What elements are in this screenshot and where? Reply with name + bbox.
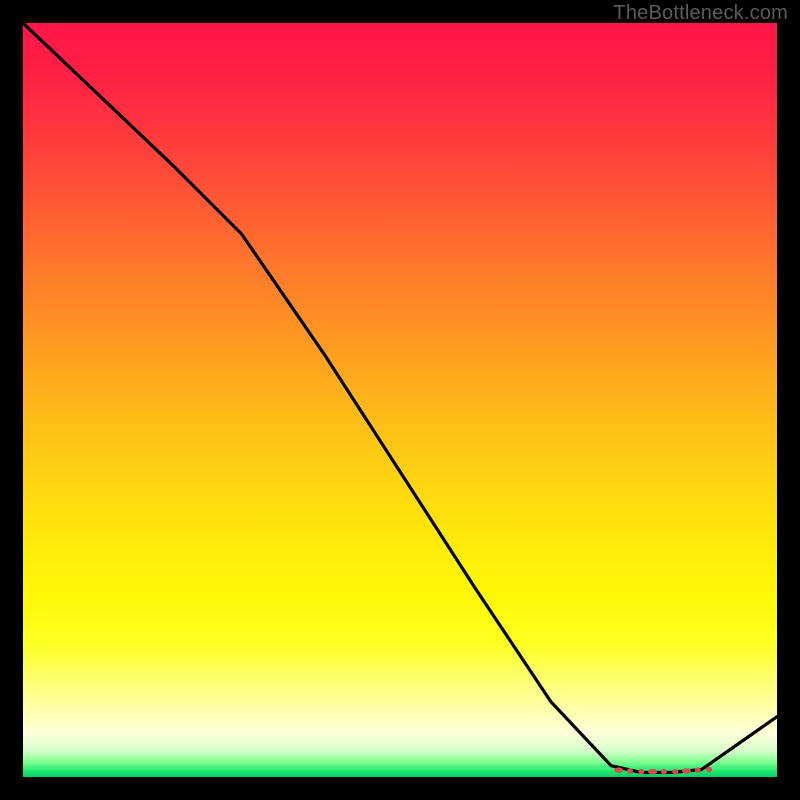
marker-dot <box>627 768 633 774</box>
marker-dot <box>614 767 623 773</box>
marker-dot <box>661 769 667 775</box>
chart-svg <box>23 23 777 777</box>
chart-markers <box>614 767 712 775</box>
plot-area <box>23 23 777 777</box>
marker-dot <box>672 769 678 775</box>
marker-dot <box>682 768 691 774</box>
marker-dot <box>638 769 644 775</box>
chart-line-layer <box>23 23 777 773</box>
marker-dot <box>648 769 657 775</box>
marker-dot <box>695 767 701 773</box>
chart-frame: TheBottleneck.com <box>0 0 800 800</box>
marker-dot <box>706 767 712 773</box>
chart-line <box>23 23 777 773</box>
watermark-label: TheBottleneck.com <box>613 2 788 25</box>
